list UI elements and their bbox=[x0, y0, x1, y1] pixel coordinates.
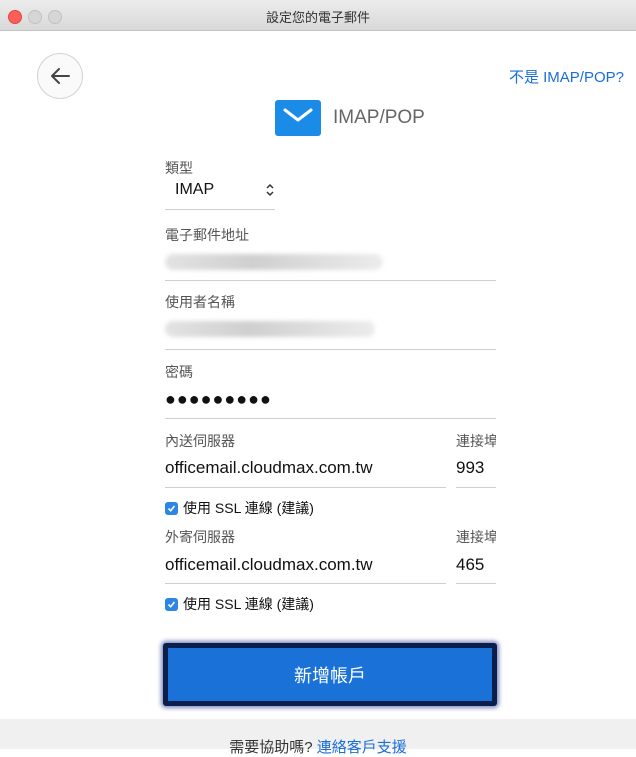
email-field[interactable] bbox=[165, 254, 383, 270]
type-select[interactable]: IMAP bbox=[175, 178, 275, 204]
incoming-server-underline bbox=[165, 487, 446, 488]
incoming-server-label: 內送伺服器 bbox=[165, 433, 235, 449]
outgoing-port-underline bbox=[456, 583, 496, 584]
username-label: 使用者名稱 bbox=[165, 294, 235, 310]
incoming-ssl-checkbox[interactable]: 使用 SSL 連線 (建議) bbox=[165, 498, 314, 518]
password-underline bbox=[165, 418, 496, 419]
outgoing-port-field[interactable]: 465 bbox=[456, 555, 484, 575]
help-text: 需要協助嗎? 連絡客戶支援 bbox=[0, 736, 636, 757]
email-underline bbox=[165, 280, 496, 281]
add-account-button[interactable]: 新增帳戶 bbox=[168, 648, 492, 701]
help-question: 需要協助嗎? bbox=[229, 739, 313, 756]
checkmark-icon bbox=[165, 597, 178, 611]
window-title: 設定您的電子郵件 bbox=[265, 10, 370, 25]
incoming-port-label: 連接埠 bbox=[456, 433, 496, 449]
back-button[interactable] bbox=[37, 53, 83, 99]
incoming-server-field[interactable]: officemail.cloudmax.com.tw bbox=[165, 458, 373, 478]
outgoing-server-underline bbox=[165, 583, 446, 584]
incoming-port-field[interactable]: 993 bbox=[456, 458, 484, 478]
username-underline bbox=[165, 349, 496, 350]
username-field[interactable] bbox=[165, 321, 375, 337]
email-label: 電子郵件地址 bbox=[165, 227, 249, 243]
type-select-value: IMAP bbox=[175, 181, 215, 198]
outgoing-ssl-checkbox[interactable]: 使用 SSL 連線 (建議) bbox=[165, 594, 314, 614]
outgoing-server-label: 外寄伺服器 bbox=[165, 529, 235, 545]
type-label: 類型 bbox=[165, 160, 193, 176]
title-bar: 設定您的電子郵件 bbox=[0, 0, 636, 31]
checkmark-icon bbox=[165, 501, 178, 515]
not-imap-pop-link[interactable]: 不是 IMAP/POP? bbox=[509, 66, 624, 87]
header-title: IMAP/POP bbox=[333, 107, 425, 128]
outgoing-ssl-label: 使用 SSL 連線 (建議) bbox=[183, 596, 314, 612]
incoming-ssl-label: 使用 SSL 連線 (建議) bbox=[183, 500, 314, 516]
mail-envelope-icon bbox=[275, 100, 321, 136]
password-label: 密碼 bbox=[165, 364, 193, 380]
arrow-left-icon bbox=[51, 68, 70, 84]
outgoing-server-field[interactable]: officemail.cloudmax.com.tw bbox=[165, 555, 373, 575]
password-field[interactable]: ●●●●●●●●● bbox=[165, 389, 272, 410]
type-underline bbox=[165, 209, 275, 210]
outgoing-port-label: 連接埠 bbox=[456, 529, 496, 545]
contact-support-link[interactable]: 連絡客戶支援 bbox=[317, 739, 407, 756]
incoming-port-underline bbox=[456, 487, 496, 488]
chevron-updown-icon bbox=[266, 183, 274, 197]
account-type-header: IMAP/POP bbox=[275, 100, 425, 136]
